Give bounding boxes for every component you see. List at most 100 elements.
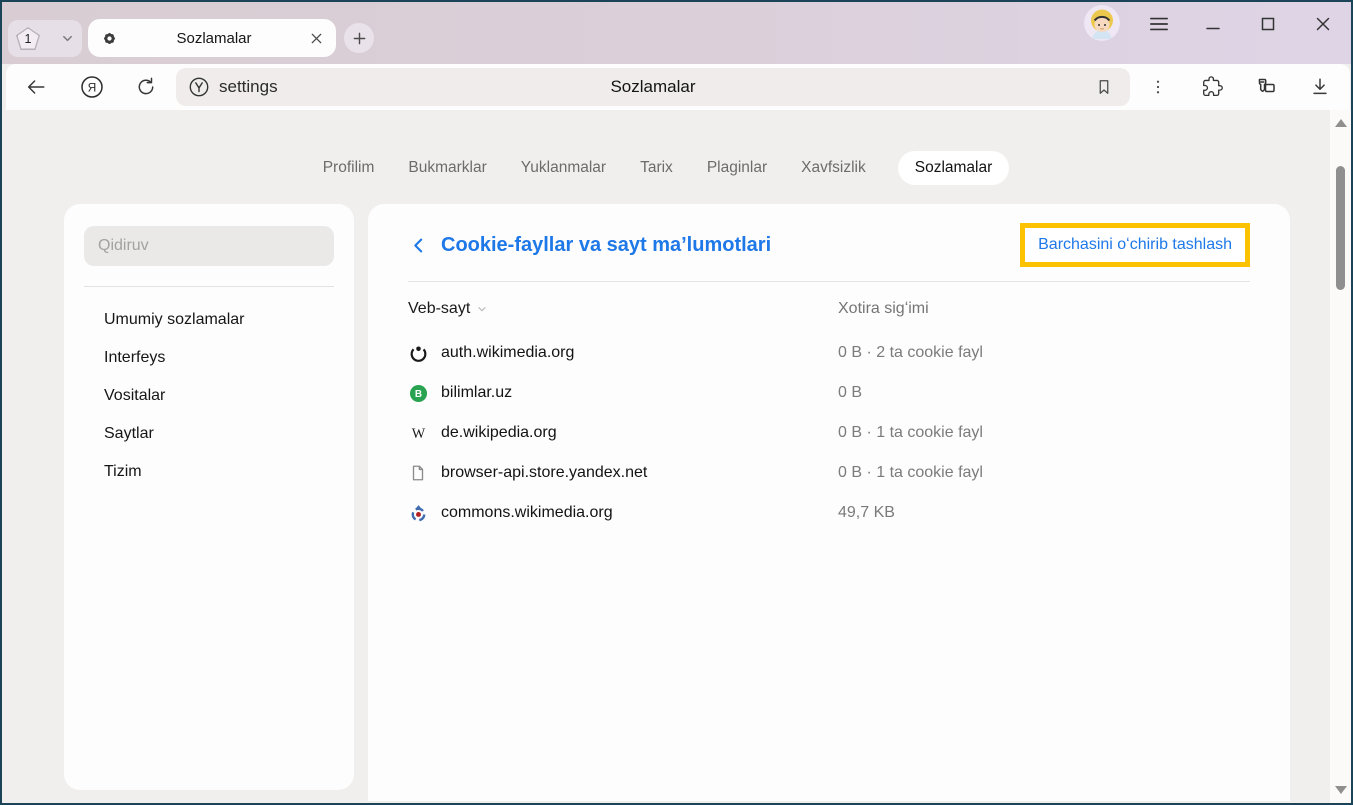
address-bar[interactable]: settings Sozlamalar [176,68,1130,106]
scroll-down-icon [1335,786,1347,794]
nav-tab-tarix[interactable]: Tarix [638,151,675,185]
scroll-down-button[interactable] [1330,783,1351,797]
minimize-button[interactable] [1194,8,1232,40]
sidebar-divider [84,286,334,287]
yandex-home-button[interactable]: Я [70,69,114,105]
svg-text:W: W [411,426,425,442]
browser-toolbar: Я settings Sozlamalar [6,64,1350,110]
sidebar-menu: Umumiy sozlamalar Interfeys Vositalar Sa… [64,301,354,491]
sidebar-item-saytlar[interactable]: Saytlar [64,415,354,453]
reload-button[interactable] [124,69,168,105]
site-domain: de.wikipedia.org [441,424,557,442]
settings-sidebar: Umumiy sozlamalar Interfeys Vositalar Sa… [64,204,354,790]
yandex-logo-icon: Я [80,75,104,99]
bilimlar-icon: B [409,384,428,403]
settings-nav-tabs: Profilim Bukmarklar Yuklanmalar Tarix Pl… [0,149,1330,187]
wikipedia-favicon: W [408,423,428,443]
site-domain: bilimlar.uz [441,384,512,402]
site-storage-size: 0 B · 1 ta cookie fayl [838,464,983,482]
bookmark-button[interactable] [1086,72,1122,102]
site-badge-icon[interactable] [188,76,210,98]
back-button[interactable] [14,69,58,105]
sort-chevron-icon [476,303,488,315]
close-icon [1315,16,1331,32]
nav-tab-sozlamalar[interactable]: Sozlamalar [898,151,1010,185]
site-row[interactable]: browser-api.store.yandex.net 0 B · 1 ta … [408,453,1250,493]
window-titlebar: 1 Sozlamalar [0,0,1353,64]
nav-tab-bukmarklar[interactable]: Bukmarklar [406,151,488,185]
gear-icon [100,29,119,48]
scroll-up-icon [1335,119,1347,127]
document-icon [409,464,427,482]
close-button[interactable] [1304,8,1342,40]
url-text: settings [219,77,278,97]
cookies-panel: Cookie-fayllar va sayt ma’lumotlari Barc… [368,204,1290,801]
site-row[interactable]: auth.wikimedia.org 0 B · 2 ta cookie fay… [408,333,1250,373]
tab-title: Sozlamalar [119,30,309,47]
page-scrollbar[interactable] [1330,110,1351,803]
nav-tab-profilim[interactable]: Profilim [321,151,377,185]
browser-menu-button[interactable] [1140,8,1178,40]
scroll-up-button[interactable] [1330,116,1351,130]
site-table: auth.wikimedia.org 0 B · 2 ta cookie fay… [408,333,1250,533]
extensions-button[interactable] [1190,69,1234,105]
reload-icon [135,76,157,98]
page-title: Cookie-fayllar va sayt ma’lumotlari [441,234,771,257]
site-storage-size: 0 B [838,384,862,402]
back-arrow-icon [25,76,47,98]
tab-close-icon[interactable] [309,31,324,46]
maximize-icon [1260,16,1276,32]
download-icon [1309,76,1331,98]
column-header-site[interactable]: Veb-sayt [408,300,488,318]
chevron-left-icon [410,237,427,254]
site-domain: auth.wikimedia.org [441,344,574,362]
sidebar-item-vositalar[interactable]: Vositalar [64,377,354,415]
tab-count-value: 1 [18,29,39,49]
password-manager-button[interactable] [1244,69,1288,105]
address-bar-page-title: Sozlamalar [176,77,1130,97]
column-header-size: Xotira sigʻimi [838,300,929,318]
site-row[interactable]: commons.wikimedia.org 49,7 KB [408,493,1250,533]
nav-tab-xavfsizlik[interactable]: Xavfsizlik [799,151,868,185]
header-divider [408,281,1250,282]
chevron-down-icon [61,32,74,45]
maximize-button[interactable] [1249,8,1287,40]
delete-all-button[interactable]: Barchasini oʻchirib tashlash [1020,223,1250,267]
tab-count-badge: 1 [16,27,40,50]
site-storage-size: 49,7 KB [838,504,895,522]
svg-text:Я: Я [88,80,97,94]
more-options-button[interactable] [1136,69,1180,105]
wikimedia-favicon [408,343,428,363]
hamburger-icon [1149,16,1169,32]
scrollbar-thumb[interactable] [1336,166,1345,290]
document-favicon [408,463,428,483]
minimize-icon [1205,16,1221,32]
site-row[interactable]: W de.wikipedia.org 0 B · 1 ta cookie fay… [408,413,1250,453]
tab-counter-button[interactable]: 1 [8,20,82,57]
puzzle-icon [1201,76,1224,99]
key-card-icon [1254,75,1278,99]
site-row[interactable]: B bilimlar.uz 0 B [408,373,1250,413]
commons-icon [409,504,428,523]
profile-avatar[interactable] [1084,5,1120,41]
avatar-illustration [1084,5,1120,41]
wikipedia-icon: W [409,424,428,443]
sidebar-item-interfeys[interactable]: Interfeys [64,339,354,377]
nav-tab-plaginlar[interactable]: Plaginlar [705,151,769,185]
back-to-settings-button[interactable] [408,235,428,255]
nav-tab-yuklanmalar[interactable]: Yuklanmalar [519,151,608,185]
kebab-dots-icon [1149,78,1167,96]
site-storage-size: 0 B · 1 ta cookie fayl [838,424,983,442]
table-header: Veb-sayt Xotira sigʻimi [408,295,1250,323]
browser-tab-settings[interactable]: Sozlamalar [88,19,336,57]
bilimlar-favicon: B [408,383,428,403]
site-domain: browser-api.store.yandex.net [441,464,647,482]
site-storage-size: 0 B · 2 ta cookie fayl [838,344,983,362]
sidebar-item-umumiy-sozlamalar[interactable]: Umumiy sozlamalar [64,301,354,339]
downloads-button[interactable] [1298,69,1342,105]
new-tab-button[interactable] [344,23,374,53]
plus-icon [352,31,367,46]
sidebar-item-tizim[interactable]: Tizim [64,453,354,491]
wikimedia-icon [409,344,428,363]
search-input[interactable] [84,226,334,266]
